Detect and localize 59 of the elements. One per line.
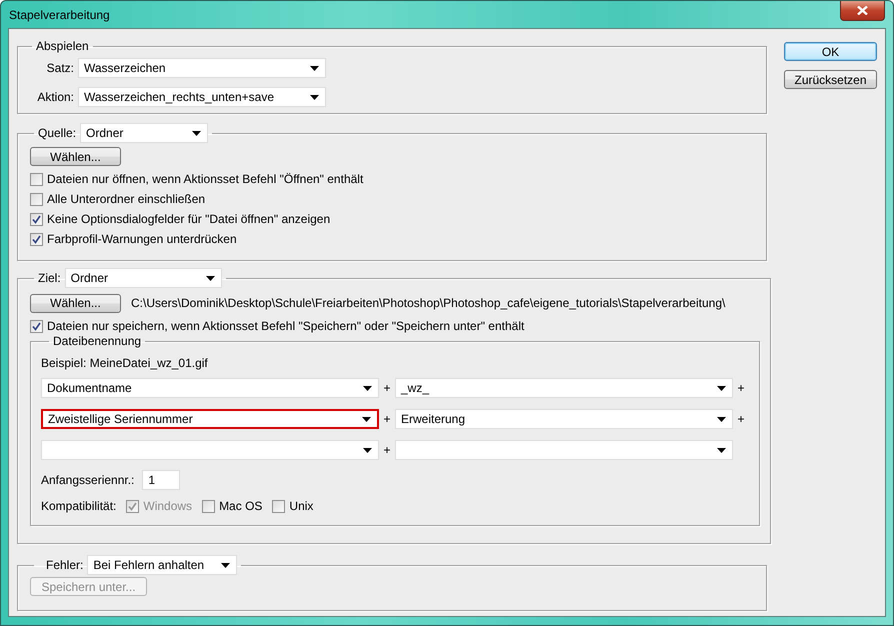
caret-icon bbox=[362, 416, 371, 422]
caret-icon bbox=[717, 416, 726, 422]
caret-icon bbox=[192, 130, 202, 136]
group-title: Abspielen bbox=[36, 39, 89, 53]
field-label: Ziel: bbox=[38, 271, 61, 285]
reset-button[interactable]: Zurücksetzen bbox=[784, 70, 877, 89]
close-icon bbox=[857, 6, 868, 15]
dropdown[interactable]: Bei Fehlern anhalten bbox=[87, 555, 238, 575]
plus-sign: + bbox=[736, 412, 746, 426]
dropdown[interactable]: Wasserzeichen bbox=[78, 58, 326, 78]
choose-button[interactable]: Wählen... bbox=[30, 294, 121, 312]
checkbox-label: Dateien nur öffnen, wenn Aktionsset Befehl "Öffnen" enthält bbox=[47, 172, 364, 186]
field-label: Fehler: bbox=[46, 558, 84, 572]
plus-sign: + bbox=[382, 443, 392, 457]
dropdown[interactable]: Dokumentname bbox=[41, 378, 379, 398]
field-label: Aktion: bbox=[36, 90, 74, 104]
checkbox-label: Mac OS bbox=[219, 499, 262, 513]
checkbox-label: Farbprofil-Warnungen unterdrücken bbox=[47, 232, 237, 246]
caret-icon bbox=[221, 562, 230, 568]
field-label: Satz: bbox=[46, 61, 74, 75]
caret-icon bbox=[310, 94, 319, 100]
caret-icon bbox=[206, 276, 215, 280]
checkbox[interactable] bbox=[30, 320, 43, 332]
checkbox[interactable] bbox=[30, 232, 43, 246]
caret-icon bbox=[363, 386, 372, 390]
dropdown[interactable]: Zweistellige Seriennummer bbox=[41, 409, 379, 429]
checkbox-label: Windows bbox=[143, 499, 192, 513]
serial-number-field[interactable]: 1 bbox=[142, 470, 180, 490]
checkbox[interactable] bbox=[272, 500, 286, 512]
plus-sign: + bbox=[382, 412, 392, 426]
dropdown[interactable]: Erweiterung bbox=[395, 409, 733, 429]
checkbox-label: Keine Optionsdialogfelder für "Datei öffnen" anzeigen bbox=[47, 212, 330, 226]
checkbox-label: Alle Unterordner einschließen bbox=[47, 192, 206, 206]
ok-button[interactable]: OK bbox=[784, 42, 877, 61]
folder-path: C:\Users\Dominik\Desktop\Schule\Freiarbeiten\Photoshop\Photoshop_cafe\eigene_tutorials\Stapelverarbeitung\ bbox=[131, 296, 726, 310]
caret-icon bbox=[717, 448, 726, 452]
field-label: Kompatibilität: bbox=[41, 499, 116, 513]
checkbox[interactable] bbox=[30, 172, 43, 186]
dropdown[interactable]: _wz_ bbox=[395, 378, 733, 398]
checkbox-label: Unix bbox=[289, 499, 314, 513]
checkbox[interactable] bbox=[30, 212, 43, 226]
checkbox[interactable] bbox=[30, 192, 43, 206]
plus-sign: + bbox=[382, 381, 392, 395]
close-button[interactable] bbox=[840, 1, 885, 21]
checkbox-label: Dateien nur speichern, wenn Aktionsset Befehl "Speichern" oder "Speichern unter" enthält bbox=[47, 319, 524, 333]
checkbox[interactable] bbox=[202, 500, 216, 512]
dropdown[interactable]: Ordner bbox=[80, 123, 208, 143]
choose-button[interactable]: Wählen... bbox=[30, 147, 121, 166]
caret-icon bbox=[310, 66, 319, 70]
plus-sign: + bbox=[736, 381, 746, 395]
field-label: Quelle: bbox=[38, 126, 76, 140]
dropdown[interactable]: Ordner bbox=[64, 268, 222, 288]
dropdown[interactable]: Wasserzeichen_rechts_unten+save bbox=[78, 87, 326, 107]
example-text: Beispiel: MeineDatei_wz_01.gif bbox=[41, 356, 209, 370]
caret-icon bbox=[717, 386, 726, 390]
group-title: Dateibenennung bbox=[53, 334, 142, 348]
caret-icon bbox=[363, 448, 372, 452]
field-label: Anfangsseriennr.: bbox=[41, 473, 134, 487]
window-title: Stapelverarbeitung bbox=[9, 8, 110, 22]
